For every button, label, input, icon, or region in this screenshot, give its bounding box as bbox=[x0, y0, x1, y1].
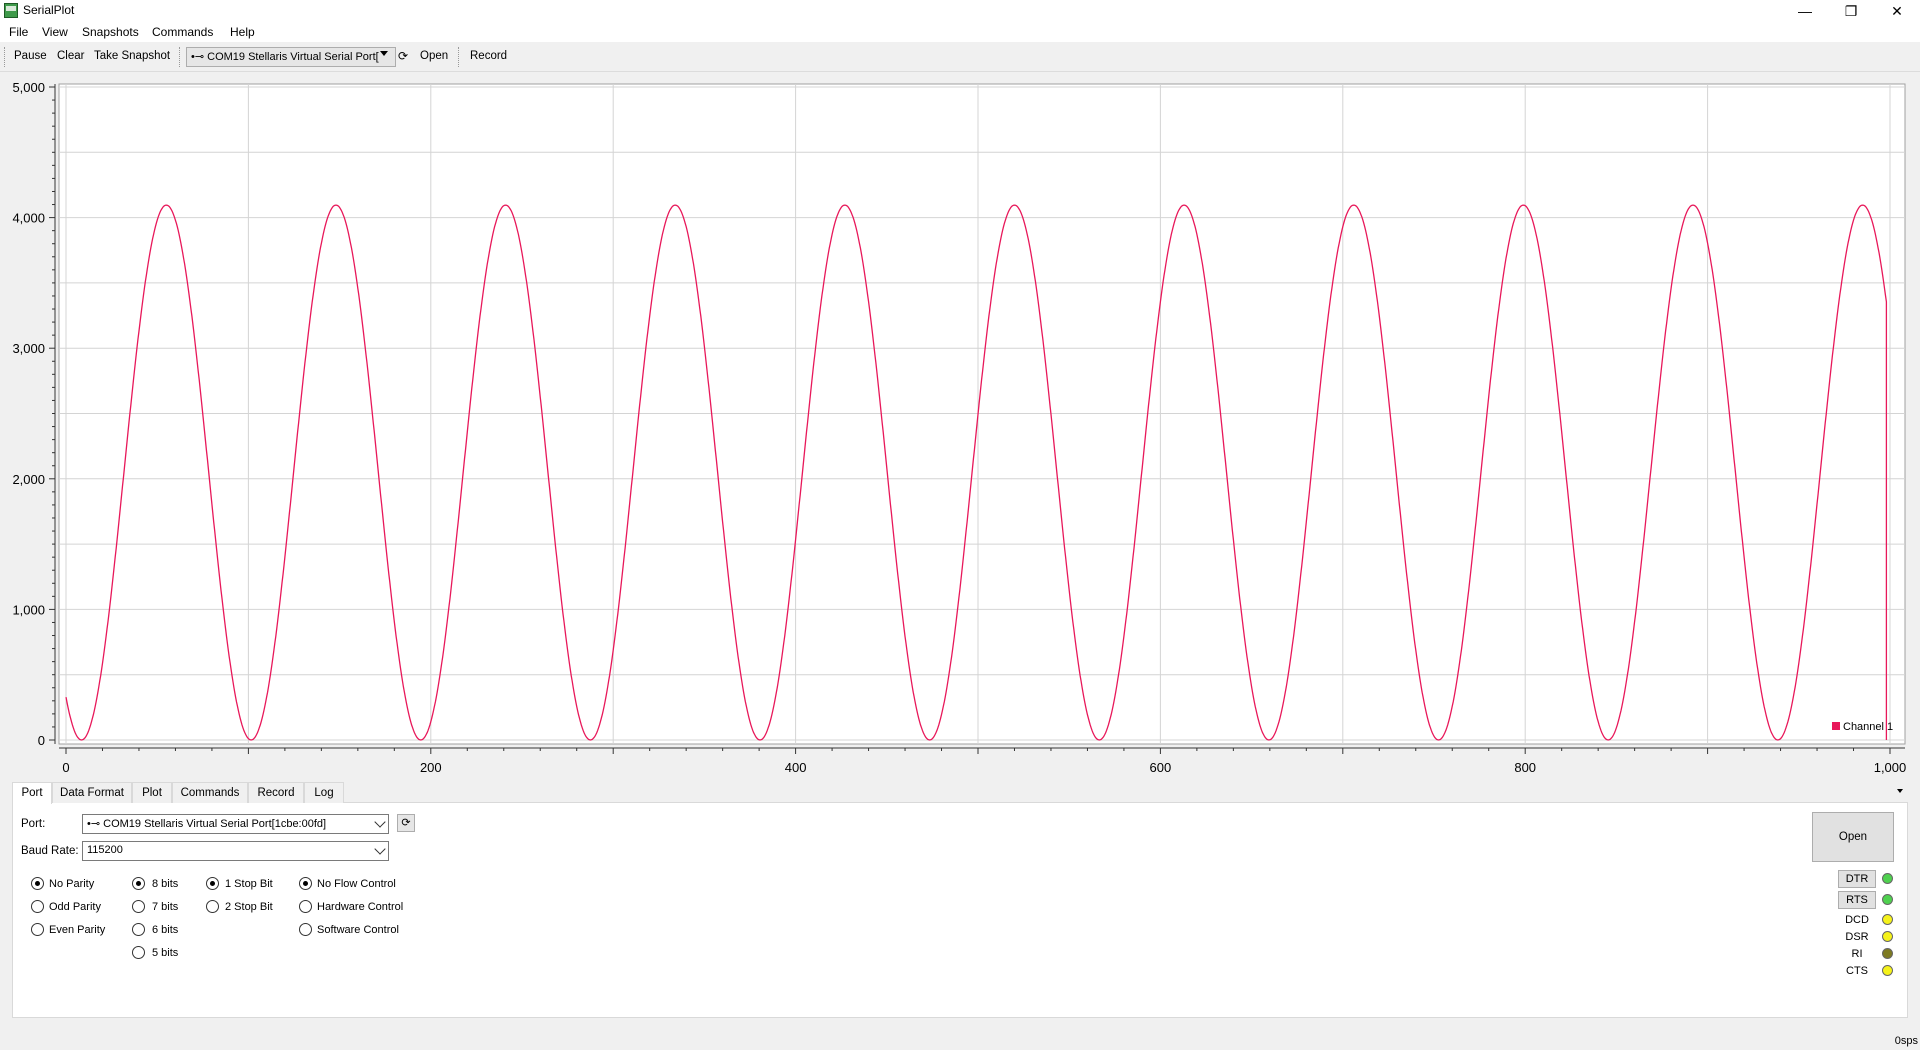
rts-led-icon bbox=[1882, 894, 1893, 905]
rts-button[interactable]: RTS bbox=[1838, 891, 1876, 909]
tab-data-format[interactable]: Data Format bbox=[52, 782, 132, 803]
x-tick-label: 600 bbox=[1150, 760, 1172, 775]
port-label: Port: bbox=[21, 818, 46, 830]
x-tick-label: 800 bbox=[1514, 760, 1536, 775]
window-title: SerialPlot bbox=[23, 3, 75, 17]
y-tick-label: 2,000 bbox=[12, 472, 45, 487]
odd-parity-label: Odd Parity bbox=[49, 901, 101, 913]
close-button[interactable]: ✕ bbox=[1874, 0, 1920, 22]
tab-plot[interactable]: Plot bbox=[132, 782, 172, 803]
no-parity-label: No Parity bbox=[49, 878, 95, 890]
dsr-label: DSR bbox=[1845, 931, 1869, 943]
stop-bit-2-radio[interactable] bbox=[206, 900, 219, 913]
x-tick-label: 400 bbox=[785, 760, 807, 775]
software-control-label: Software Control bbox=[317, 924, 399, 936]
no-flow-control-radio[interactable] bbox=[299, 877, 312, 890]
menu-snapshots[interactable]: Snapshots bbox=[82, 25, 139, 39]
ri-led-icon bbox=[1882, 948, 1893, 959]
tab-log[interactable]: Log bbox=[304, 782, 344, 803]
y-tick-label: 0 bbox=[38, 733, 45, 748]
menu-bar: File View Snapshots Commands Help bbox=[0, 22, 1920, 42]
refresh-ports-button[interactable]: ⟳ bbox=[397, 814, 415, 832]
menu-file[interactable]: File bbox=[9, 25, 28, 39]
x-tick-label: 1,000 bbox=[1874, 760, 1907, 775]
cts-led-icon bbox=[1882, 965, 1893, 976]
data-bits-8-label: 8 bits bbox=[152, 878, 179, 890]
y-tick-label: 3,000 bbox=[12, 341, 45, 356]
record-button[interactable]: Record bbox=[470, 50, 507, 62]
title-bar: SerialPlot — ❐ ✕ bbox=[0, 0, 1920, 22]
tabs-menu-icon[interactable] bbox=[1897, 789, 1903, 793]
data-bits-7-radio[interactable] bbox=[132, 900, 145, 913]
sample-rate-status: 0sps bbox=[1894, 1035, 1918, 1047]
take-snapshot-button[interactable]: Take Snapshot bbox=[94, 50, 170, 62]
stop-bit-1-radio[interactable] bbox=[206, 877, 219, 890]
pause-button[interactable]: Pause bbox=[14, 50, 47, 62]
software-control-radio[interactable] bbox=[299, 923, 312, 936]
status-bar: 0sps bbox=[0, 1032, 1920, 1050]
refresh-icon: ⟳ bbox=[401, 817, 411, 829]
data-bits-6-radio[interactable] bbox=[132, 923, 145, 936]
data-bits-7-label: 7 bits bbox=[152, 901, 179, 913]
data-bits-8-radio[interactable] bbox=[132, 877, 145, 890]
port-select[interactable]: •⊸ COM19 Stellaris Virtual Serial Port[1… bbox=[82, 814, 389, 834]
menu-commands[interactable]: Commands bbox=[152, 25, 213, 39]
legend-label: Channel 1 bbox=[1843, 721, 1893, 733]
dcd-label: DCD bbox=[1845, 914, 1869, 926]
hardware-control-label: Hardware Control bbox=[317, 901, 404, 913]
plot-area[interactable]: 0 200 400 600 800 1,000 0 1,000 2,000 3,000 4,000… bbox=[0, 72, 1920, 788]
ri-label: RI bbox=[1851, 948, 1863, 960]
menu-view[interactable]: View bbox=[42, 25, 68, 39]
chevron-down-icon[interactable] bbox=[380, 51, 388, 56]
y-tick-label: 4,000 bbox=[12, 211, 45, 226]
settings-panel bbox=[12, 802, 1908, 1018]
no-flow-control-label: No Flow Control bbox=[317, 878, 396, 890]
stop-bit-2-label: 2 Stop Bit bbox=[225, 901, 273, 913]
toolbar-grip[interactable] bbox=[4, 47, 7, 67]
refresh-icon[interactable]: ⟳ bbox=[398, 49, 408, 63]
dcd-led-icon bbox=[1882, 914, 1893, 925]
legend-swatch bbox=[1832, 722, 1840, 730]
hardware-control-radio[interactable] bbox=[299, 900, 312, 913]
x-axis: 0 200 400 600 800 1,000 bbox=[59, 747, 1907, 775]
minimize-button[interactable]: — bbox=[1782, 0, 1828, 22]
data-bits-5-label: 5 bits bbox=[152, 947, 179, 959]
dsr-led-icon bbox=[1882, 931, 1893, 942]
data-bits-6-label: 6 bits bbox=[152, 924, 179, 936]
even-parity-radio[interactable] bbox=[31, 923, 44, 936]
no-parity-radio[interactable] bbox=[31, 877, 44, 890]
clear-button[interactable]: Clear bbox=[57, 50, 84, 62]
baud-rate-label: Baud Rate: bbox=[21, 845, 79, 857]
open-port-button[interactable]: Open bbox=[420, 50, 448, 62]
menu-help[interactable]: Help bbox=[230, 25, 255, 39]
data-bits-5-radio[interactable] bbox=[132, 946, 145, 959]
open-button[interactable]: Open bbox=[1812, 812, 1894, 862]
y-tick-label: 1,000 bbox=[12, 602, 45, 617]
x-tick-label: 0 bbox=[62, 760, 69, 775]
dtr-button[interactable]: DTR bbox=[1838, 870, 1876, 888]
maximize-button[interactable]: ❐ bbox=[1828, 0, 1874, 22]
toolbar-port-select[interactable]: •⊸ COM19 Stellaris Virtual Serial Port[ bbox=[186, 47, 396, 67]
tab-port[interactable]: Port bbox=[12, 782, 52, 804]
y-axis: 0 1,000 2,000 3,000 4,000 5,000 bbox=[12, 80, 56, 748]
x-tick-label: 200 bbox=[420, 760, 442, 775]
toolbar-grip[interactable] bbox=[179, 47, 182, 67]
dtr-led-icon bbox=[1882, 873, 1893, 884]
stop-bit-1-label: 1 Stop Bit bbox=[225, 878, 273, 890]
even-parity-label: Even Parity bbox=[49, 924, 106, 936]
y-tick-label: 5,000 bbox=[12, 80, 45, 95]
tab-commands[interactable]: Commands bbox=[172, 782, 248, 803]
tab-record[interactable]: Record bbox=[248, 782, 304, 803]
cts-label: CTS bbox=[1846, 965, 1868, 977]
baud-rate-select[interactable]: 115200 bbox=[82, 841, 389, 861]
toolbar-grip[interactable] bbox=[458, 47, 461, 67]
odd-parity-radio[interactable] bbox=[31, 900, 44, 913]
plot-chart[interactable]: 0 200 400 600 800 1,000 0 1,000 2,000 3,000 4,000… bbox=[0, 72, 1920, 788]
app-logo-icon bbox=[4, 3, 18, 18]
